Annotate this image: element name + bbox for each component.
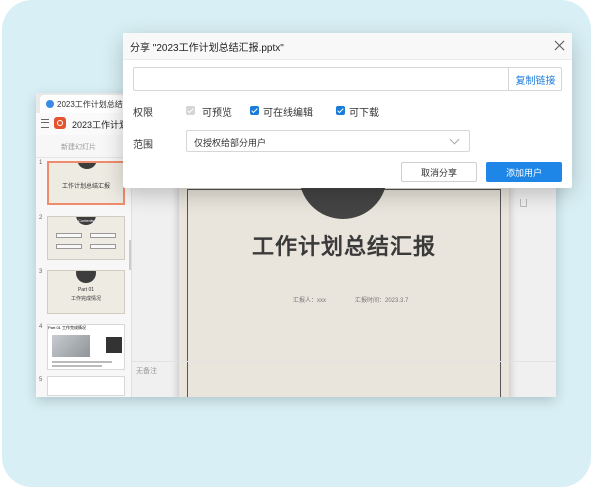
share-link-input[interactable] [134,68,508,90]
thumbnail-number: 3 [39,269,43,275]
slide-thumbnail-4[interactable]: Part 01 工作完成情况 [47,324,125,370]
app-logo-icon [46,100,54,108]
slide-thumbnail-5[interactable] [47,376,125,396]
edit-online-checkbox[interactable] [250,106,259,115]
scope-select-value: 仅授权给部分用户 [194,138,267,148]
dialog-title: 分享 "2023工作计划总结汇报.pptx" [130,43,284,54]
scope-label: 范围 [133,140,153,151]
menu-icon[interactable] [41,119,49,128]
thumbnail-subtitle: 工作完成情况 [70,296,101,302]
thumbnail-circle [77,163,97,169]
share-dialog: 分享 "2023工作计划总结汇报.pptx" 复制链接 权限 可预览 可在线编辑… [123,33,572,188]
cancel-share-button[interactable]: 取消分享 [401,162,477,182]
slide-thumbnail-3[interactable]: Part 01 工作完成情况 [47,270,125,314]
download-option-label[interactable]: 可下载 [349,104,379,119]
thumbnail-title: 工作计划总结汇报 [61,184,110,190]
preview-option-label: 可预览 [202,108,232,119]
new-slide-button[interactable]: 新建幻灯片 [61,142,96,152]
scope-select[interactable]: 仅授权给部分用户 [186,130,470,152]
thumbnail-scrollbar[interactable] [129,240,131,270]
slide-border [187,189,501,397]
thumbnail-number: 4 [39,324,43,330]
thumbnail-number: 1 [39,160,43,166]
slide-thumbnail-1[interactable]: 工作计划总结汇报 [47,161,125,205]
copy-link-button[interactable]: 复制链接 [508,68,562,90]
thumbnail-title: Part 01 工作完成情况 [48,325,87,330]
download-checkbox[interactable] [336,106,345,115]
add-user-button[interactable]: 添加用户 [486,162,562,182]
thumbnail-number: 5 [39,377,43,383]
trash-icon[interactable] [520,199,527,207]
thumbnail-dark-block [106,337,122,353]
report-date-text: 汇报时间：2023.3.7 [355,298,409,304]
contents-item [56,233,82,238]
chevron-down-icon [449,134,460,145]
slide-thumbnail-panel: 新建幻灯片 1 工作计划总结汇报 2 Contents 3 Part 01 工作… [36,135,132,397]
contents-item [90,244,116,249]
permission-label: 权限 [133,108,153,119]
contents-item [56,244,82,249]
contents-item [90,233,116,238]
document-tab[interactable]: 2023工作计划总结汇 [40,95,132,113]
edit-online-option-label[interactable]: 可在线编辑 [263,104,313,119]
current-slide[interactable]: 工作计划总结汇报 汇报人：xxx 汇报时间：2023.3.7 [179,183,509,397]
dialog-header: 分享 "2023工作计划总结汇报.pptx" [123,33,572,60]
thumbnail-title: Contents [77,218,94,223]
thumbnail-part: Part 01 [77,287,95,293]
notes-placeholder[interactable]: 无备注 [136,366,157,376]
divider [36,157,131,158]
thumbnail-circle [76,271,96,283]
thumbnail-text-line [52,365,102,367]
close-icon[interactable] [554,40,565,51]
tab-title: 2023工作计划总结汇 [57,99,131,109]
ppt-file-icon [54,117,66,129]
divider [132,361,556,362]
thumbnail-text-line [52,361,112,363]
slide-thumbnail-2[interactable]: Contents [47,216,125,260]
thumbnail-number: 2 [39,215,43,221]
reporter-text: 汇报人：xxx [293,298,327,304]
slide-title: 工作计划总结汇报 [251,234,436,259]
preview-checkbox [186,106,195,115]
share-link-box: 复制链接 [133,67,562,91]
thumbnail-photo [52,335,90,357]
